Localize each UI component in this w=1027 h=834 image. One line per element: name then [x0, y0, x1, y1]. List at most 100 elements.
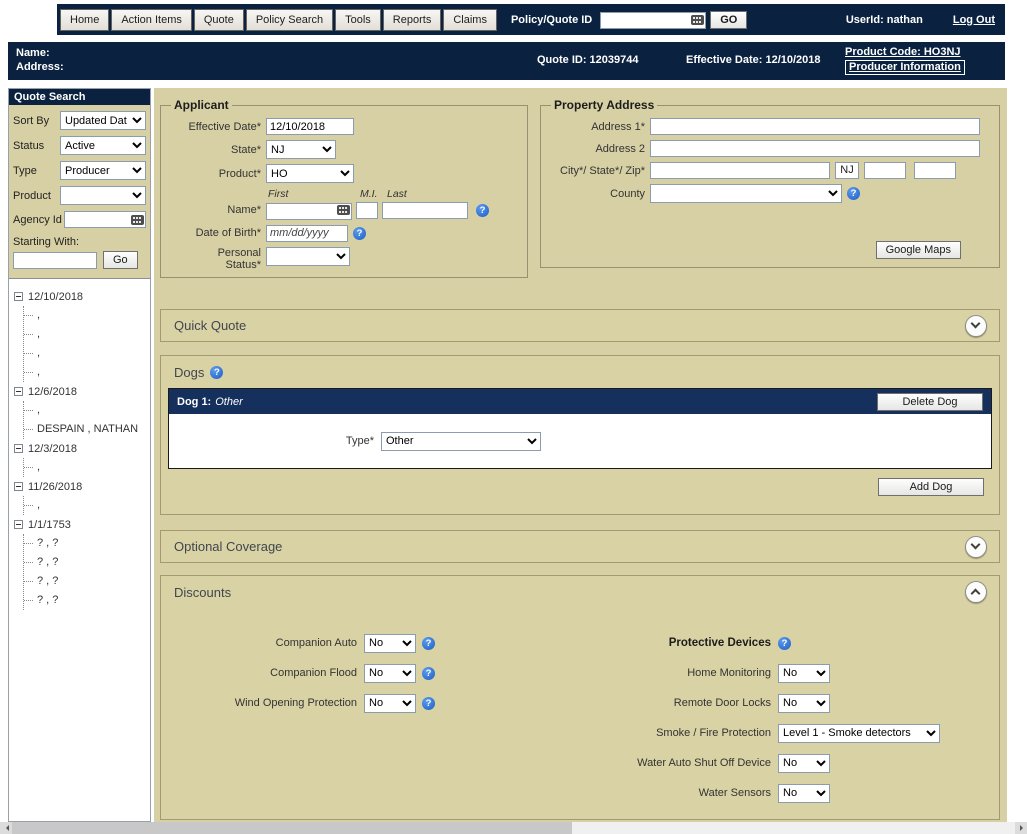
personal-status-select[interactable] — [266, 246, 350, 266]
dogs-help-icon[interactable]: ? — [210, 365, 224, 379]
water-sensors-select[interactable]: No — [778, 783, 830, 803]
chevron-down-icon — [970, 539, 981, 549]
wind-opening-protection-help-icon[interactable]: ? — [422, 696, 435, 710]
product-code-link[interactable]: Product Code: HO3NJ — [845, 46, 961, 58]
last-name-input[interactable] — [382, 201, 468, 219]
applicant-product-select[interactable]: HO — [266, 164, 354, 183]
nav-tabs: Home Action Items Quote Policy Search To… — [60, 8, 497, 31]
quote-id-value: Quote ID: 12039744 — [537, 54, 639, 66]
tab-policy-search[interactable]: Policy Search — [245, 8, 334, 31]
tree-quote-item[interactable]: , — [24, 363, 148, 382]
applicant-legend: Applicant — [174, 98, 229, 112]
collapse-icon[interactable] — [14, 482, 23, 491]
optional-coverage-expand-button[interactable] — [965, 535, 987, 558]
address2-input[interactable] — [650, 140, 980, 157]
lookup-icon[interactable] — [337, 205, 350, 216]
companion-flood-help-icon[interactable]: ? — [422, 666, 435, 680]
tree-quote-item[interactable]: ? , ? — [24, 553, 148, 572]
discounts-collapse-button[interactable] — [965, 581, 987, 603]
google-maps-button[interactable]: Google Maps — [875, 241, 961, 259]
collapse-icon[interactable] — [14, 520, 23, 529]
tree-date-label: 11/26/2018 — [28, 480, 83, 493]
tree-quote-item[interactable]: , — [24, 325, 148, 344]
wind-opening-protection-select[interactable]: No — [364, 693, 416, 713]
companion-flood-select[interactable]: No — [364, 663, 416, 683]
quote-search-sidebar: Quote Search Sort By Updated Dat Status … — [8, 88, 151, 822]
collapse-icon[interactable] — [14, 387, 23, 396]
zip4-input[interactable] — [914, 162, 956, 179]
remote-door-locks-select[interactable]: No — [778, 693, 830, 713]
tree-date-label: 12/10/2018 — [28, 290, 84, 303]
tree-quote-item[interactable]: , — [24, 401, 148, 420]
tree-date-node[interactable]: 12/10/2018 — [14, 287, 148, 306]
tree-quote-item[interactable]: ? , ? — [24, 572, 148, 591]
collapse-icon[interactable] — [14, 292, 23, 301]
dob-label: Date of Birth* — [195, 227, 261, 239]
quote-search-form: Sort By Updated Dat Status Active Type P… — [9, 105, 150, 279]
tab-quote[interactable]: Quote — [193, 8, 244, 31]
county-select[interactable] — [650, 184, 842, 203]
type-select[interactable]: Producer — [60, 161, 146, 180]
scroll-left-button[interactable] — [0, 822, 12, 834]
last-name-header: Last — [387, 188, 407, 200]
zip-input[interactable] — [864, 162, 906, 179]
tree-quote-item[interactable]: ? , ? — [24, 591, 148, 610]
starting-with-input[interactable] — [13, 251, 97, 269]
smoke-fire-protection-select[interactable]: Level 1 - Smoke detectors — [778, 723, 940, 743]
dob-input[interactable] — [266, 224, 348, 242]
sidebar-go-button[interactable]: Go — [103, 251, 138, 269]
water-auto-shutoff-select[interactable]: No — [778, 753, 830, 773]
tree-date-label: 12/6/2018 — [28, 385, 77, 398]
first-name-field-wrap — [266, 201, 352, 220]
tree-date-node[interactable]: 11/26/2018 — [14, 477, 148, 496]
tree-quote-item[interactable]: , — [24, 344, 148, 363]
tree-date-node[interactable]: 12/3/2018 — [14, 439, 148, 458]
city-input[interactable] — [650, 162, 830, 179]
tab-action-items[interactable]: Action Items — [111, 8, 192, 31]
tree-date-group: 12/3/2018 , — [14, 439, 148, 477]
status-select[interactable]: Active — [60, 136, 146, 155]
scroll-right-button[interactable] — [1015, 822, 1027, 834]
producer-information-link[interactable]: Producer Information — [845, 60, 965, 75]
tab-tools[interactable]: Tools — [335, 8, 381, 31]
logout-link[interactable]: Log Out — [953, 14, 995, 26]
address1-input[interactable] — [650, 118, 980, 135]
tab-reports[interactable]: Reports — [382, 8, 442, 31]
quick-quote-expand-button[interactable] — [965, 314, 987, 337]
lookup-icon[interactable] — [691, 14, 705, 25]
tab-home[interactable]: Home — [60, 8, 110, 31]
scrollbar-thumb[interactable] — [12, 822, 572, 834]
effective-date-input[interactable] — [266, 118, 354, 135]
dob-help-icon[interactable]: ? — [353, 226, 366, 240]
product-select[interactable] — [60, 186, 146, 205]
horizontal-scrollbar[interactable] — [0, 822, 1027, 834]
tree-quote-item[interactable]: , — [24, 306, 148, 325]
sortby-select[interactable]: Updated Dat — [60, 111, 146, 130]
tree-date-node[interactable]: 1/1/1753 — [14, 515, 148, 534]
county-help-icon[interactable]: ? — [847, 187, 860, 200]
optional-coverage-title: Optional Coverage — [174, 539, 283, 554]
collapse-icon[interactable] — [14, 444, 23, 453]
tree-quote-item[interactable]: , — [24, 496, 148, 515]
companion-auto-select[interactable]: No — [364, 633, 416, 653]
tab-claims[interactable]: Claims — [443, 8, 497, 31]
policy-quote-go-button[interactable]: GO — [710, 10, 748, 29]
tree-quote-item[interactable]: ? , ? — [24, 534, 148, 553]
quick-quote-title: Quick Quote — [174, 318, 247, 333]
name-help-icon[interactable]: ? — [476, 203, 489, 217]
effective-date-value: Effective Date: 12/10/2018 — [686, 54, 821, 66]
policy-quote-id-field-wrap — [600, 10, 707, 29]
lookup-icon[interactable] — [131, 214, 144, 225]
add-dog-button[interactable]: Add Dog — [878, 478, 984, 496]
mi-input[interactable] — [356, 201, 378, 219]
property-address-legend: Property Address — [554, 98, 655, 112]
tree-date-node[interactable]: 12/6/2018 — [14, 382, 148, 401]
delete-dog-button[interactable]: Delete Dog — [877, 392, 983, 411]
protective-devices-help-icon[interactable]: ? — [778, 636, 791, 650]
dog-type-select[interactable]: Other — [381, 431, 541, 451]
home-monitoring-select[interactable]: No — [778, 663, 830, 683]
state-select[interactable]: NJ — [266, 140, 336, 159]
tree-quote-item[interactable]: DESPAIN , NATHAN — [24, 420, 148, 439]
companion-auto-help-icon[interactable]: ? — [422, 636, 435, 650]
tree-quote-item[interactable]: , — [24, 458, 148, 477]
